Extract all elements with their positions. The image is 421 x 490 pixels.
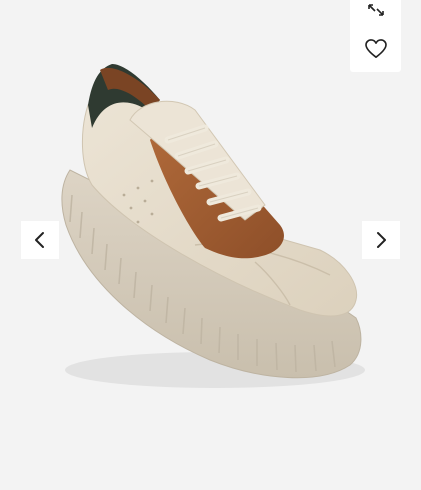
previous-image-button[interactable]	[21, 221, 59, 259]
product-gallery	[0, 0, 421, 490]
chevron-right-icon	[377, 232, 386, 248]
chevron-left-icon	[35, 232, 44, 248]
favorite-button[interactable]	[350, 30, 401, 68]
sneaker-image	[61, 64, 365, 388]
expand-button[interactable]	[350, 0, 401, 20]
heart-icon	[364, 39, 387, 58]
next-image-button[interactable]	[362, 221, 400, 259]
expand-icon	[367, 4, 384, 16]
image-actions-panel	[350, 0, 401, 72]
